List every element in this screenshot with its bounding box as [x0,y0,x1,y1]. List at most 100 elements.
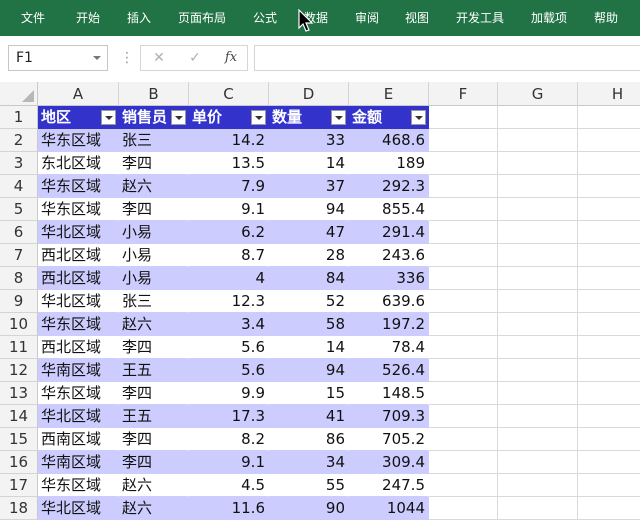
table-header-cell[interactable]: 数量 [269,106,349,129]
table-cell[interactable]: 14 [269,152,349,175]
table-cell[interactable]: 华东区域 [38,175,119,198]
table-cell[interactable]: 9.1 [189,198,269,221]
table-cell[interactable]: 小易 [119,267,189,290]
table-cell[interactable]: 华东区域 [38,474,119,497]
empty-cell[interactable] [498,428,578,451]
empty-cell[interactable] [429,221,498,244]
empty-cell[interactable] [498,106,578,129]
table-header-cell[interactable]: 销售员 [119,106,189,129]
table-cell[interactable]: 28 [269,244,349,267]
table-cell[interactable]: 34 [269,451,349,474]
table-cell[interactable]: 华北区域 [38,497,119,520]
tab-add-ins[interactable]: 加载项 [531,0,567,36]
empty-cell[interactable] [429,244,498,267]
table-header-cell[interactable]: 金额 [349,106,429,129]
empty-cell[interactable] [429,474,498,497]
empty-cell[interactable] [429,336,498,359]
empty-cell[interactable] [498,313,578,336]
empty-cell[interactable] [498,405,578,428]
row-header[interactable]: 6 [0,221,38,244]
table-cell[interactable]: 赵六 [119,497,189,520]
row-header[interactable]: 7 [0,244,38,267]
table-cell[interactable]: 78.4 [349,336,429,359]
row-header[interactable]: 8 [0,267,38,290]
tab-insert[interactable]: 插入 [127,0,151,36]
table-cell[interactable]: 李四 [119,198,189,221]
table-cell[interactable]: 西北区域 [38,336,119,359]
enter-icon[interactable]: ✓ [181,46,209,70]
insert-function-icon[interactable]: fx [217,46,245,70]
select-all-button[interactable] [0,82,38,106]
table-cell[interactable]: 西北区域 [38,267,119,290]
table-cell[interactable]: 8.7 [189,244,269,267]
table-cell[interactable]: 197.2 [349,313,429,336]
tab-developer[interactable]: 开发工具 [456,0,504,36]
table-cell[interactable]: 47 [269,221,349,244]
empty-cell[interactable] [578,290,640,313]
table-cell[interactable]: 5.6 [189,336,269,359]
empty-cell[interactable] [578,497,640,520]
table-cell[interactable]: 小易 [119,244,189,267]
table-cell[interactable]: 94 [269,198,349,221]
empty-cell[interactable] [429,382,498,405]
table-cell[interactable]: 华北区域 [38,221,119,244]
tab-home[interactable]: 开始 [76,0,100,36]
table-cell[interactable]: 52 [269,290,349,313]
empty-cell[interactable] [498,497,578,520]
row-header[interactable]: 2 [0,129,38,152]
row-header[interactable]: 4 [0,175,38,198]
table-cell[interactable]: 86 [269,428,349,451]
chevron-down-icon[interactable] [93,56,101,60]
table-cell[interactable]: 4 [189,267,269,290]
table-cell[interactable]: 李四 [119,451,189,474]
table-cell[interactable]: 华南区域 [38,451,119,474]
table-cell[interactable]: 309.4 [349,451,429,474]
table-cell[interactable]: 华南区域 [38,359,119,382]
tab-help[interactable]: 帮助 [594,0,618,36]
table-cell[interactable]: 292.3 [349,175,429,198]
table-cell[interactable]: 华北区域 [38,290,119,313]
empty-cell[interactable] [498,359,578,382]
empty-cell[interactable] [429,267,498,290]
table-header-cell[interactable]: 地区 [38,106,119,129]
filter-dropdown-icon[interactable] [171,110,186,125]
empty-cell[interactable] [429,428,498,451]
table-cell[interactable]: 赵六 [119,175,189,198]
row-header[interactable]: 17 [0,474,38,497]
table-cell[interactable]: 84 [269,267,349,290]
empty-cell[interactable] [429,129,498,152]
table-cell[interactable]: 15 [269,382,349,405]
tab-page-layout[interactable]: 页面布局 [178,0,226,36]
table-cell[interactable]: 6.2 [189,221,269,244]
table-cell[interactable]: 17.3 [189,405,269,428]
empty-cell[interactable] [578,474,640,497]
empty-cell[interactable] [429,198,498,221]
table-cell[interactable]: 55 [269,474,349,497]
table-cell[interactable]: 李四 [119,382,189,405]
table-cell[interactable]: 37 [269,175,349,198]
empty-cell[interactable] [578,405,640,428]
row-header[interactable]: 13 [0,382,38,405]
empty-cell[interactable] [578,244,640,267]
table-cell[interactable]: 小易 [119,221,189,244]
table-cell[interactable]: 5.6 [189,359,269,382]
column-header-f[interactable]: F [429,82,498,106]
empty-cell[interactable] [578,313,640,336]
table-cell[interactable]: 9.1 [189,451,269,474]
table-cell[interactable]: 王五 [119,359,189,382]
column-header-a[interactable]: A [38,82,119,106]
table-cell[interactable]: 709.3 [349,405,429,428]
row-header[interactable]: 14 [0,405,38,428]
empty-cell[interactable] [578,175,640,198]
table-cell[interactable]: 华东区域 [38,198,119,221]
row-header[interactable]: 18 [0,497,38,520]
table-cell[interactable]: 90 [269,497,349,520]
empty-cell[interactable] [498,244,578,267]
empty-cell[interactable] [429,290,498,313]
table-cell[interactable]: 张三 [119,129,189,152]
empty-cell[interactable] [429,451,498,474]
table-cell[interactable]: 11.6 [189,497,269,520]
empty-cell[interactable] [578,106,640,129]
empty-cell[interactable] [498,152,578,175]
empty-cell[interactable] [429,497,498,520]
